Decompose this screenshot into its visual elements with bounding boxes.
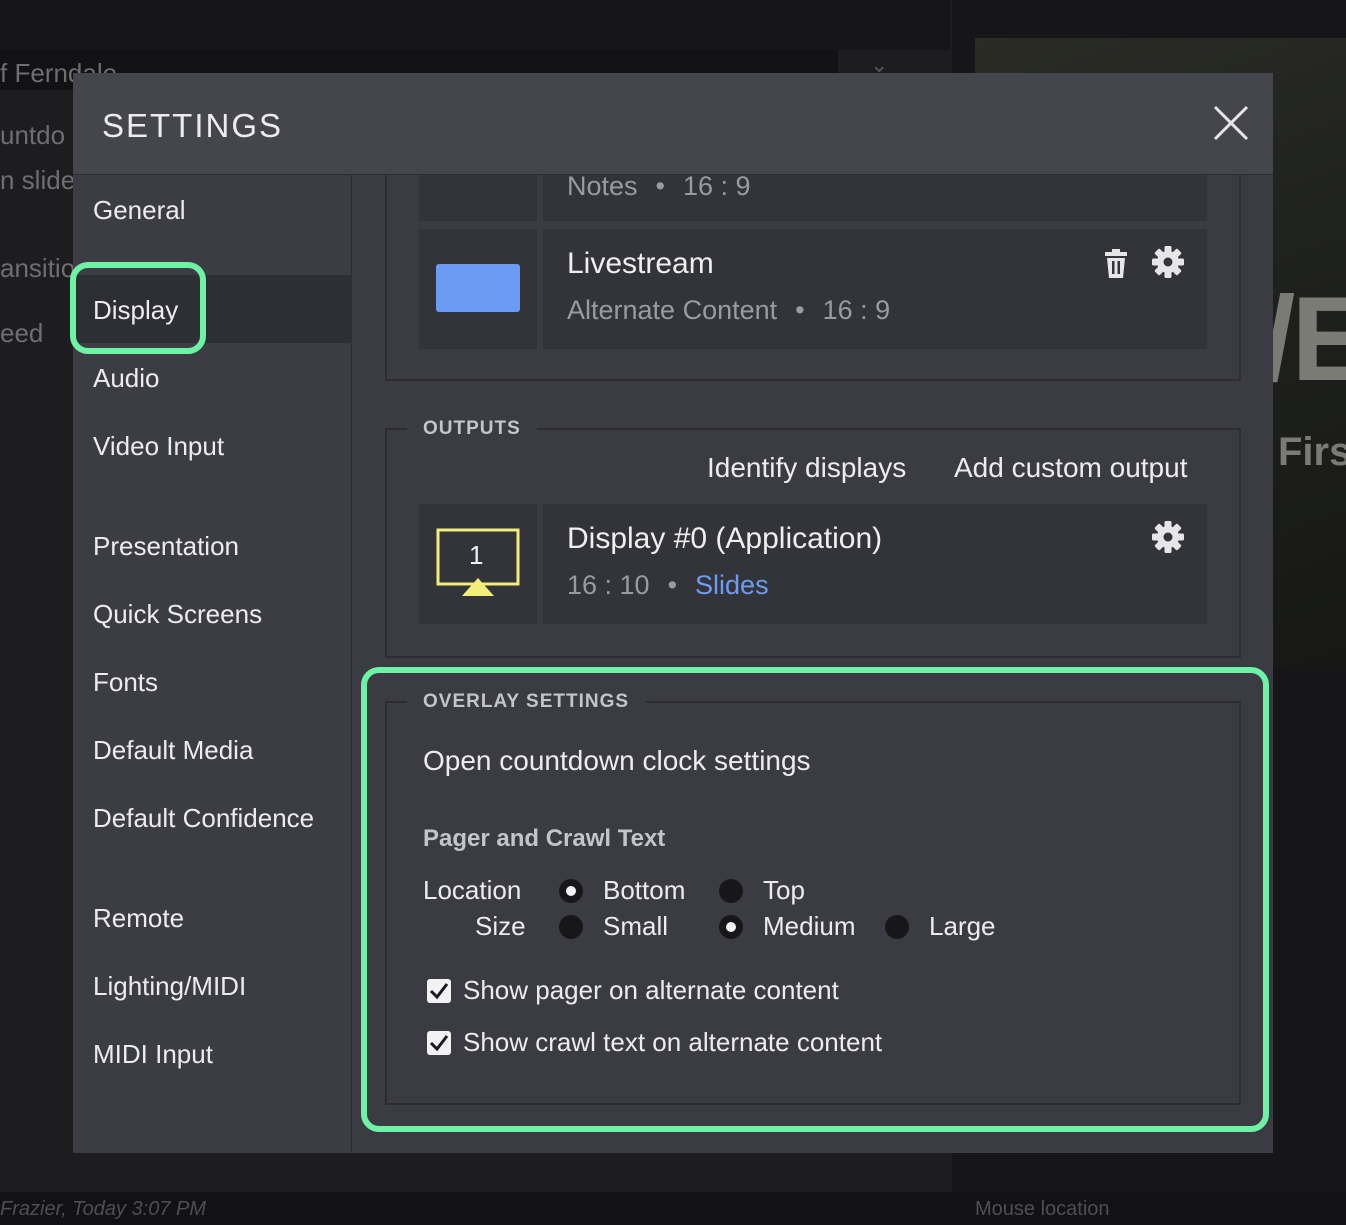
output-ratio: 16 : 10 bbox=[567, 570, 650, 600]
checkmark-icon bbox=[429, 1035, 449, 1052]
screen-card-livestream[interactable]: Livestream Alternate Content • 16 : 9 bbox=[543, 229, 1207, 349]
location-bottom-radio[interactable] bbox=[559, 879, 583, 903]
background-text: untdo bbox=[0, 120, 66, 150]
dialog-title: SETTINGS bbox=[102, 107, 284, 144]
sidebar-item-midi-input[interactable]: MIDI Input bbox=[93, 1039, 213, 1070]
show-pager-checkbox[interactable] bbox=[427, 979, 451, 1003]
screen-ratio: 16 : 9 bbox=[683, 175, 751, 201]
show-crawl-label: Show crawl text on alternate content bbox=[463, 1027, 883, 1057]
size-medium-radio[interactable] bbox=[719, 915, 743, 939]
settings-sidebar: General Display Audio Video Input Presen… bbox=[73, 175, 352, 1153]
outputs-group: OUTPUTS Identify displays Add custom out… bbox=[385, 418, 1241, 658]
sidebar-item-presentation[interactable]: Presentation bbox=[93, 531, 239, 562]
delete-screen-button[interactable] bbox=[1099, 247, 1133, 281]
sidebar-item-display[interactable]: Display bbox=[93, 295, 178, 326]
sidebar-item-fonts[interactable]: Fonts bbox=[93, 667, 158, 698]
screen-color-swatch bbox=[436, 264, 520, 312]
location-top-label: Top bbox=[763, 875, 805, 905]
screen-subtitle: Notes • 16 : 9 bbox=[567, 175, 751, 202]
output-thumb-cell: 1 bbox=[419, 504, 537, 624]
screens-group: Notes • 16 : 9 Livestream Alternate Conten… bbox=[385, 175, 1241, 381]
location-label: Location bbox=[423, 875, 522, 905]
size-label: Size bbox=[475, 911, 526, 941]
settings-dialog: SETTINGS General Display Audio Video Inp… bbox=[73, 73, 1273, 1153]
background-text: n slide bbox=[0, 165, 76, 195]
output-settings-button[interactable] bbox=[1151, 520, 1185, 554]
screen-subtitle: Alternate Content • 16 : 9 bbox=[567, 295, 891, 325]
identify-displays-link[interactable]: Identify displays bbox=[707, 452, 906, 484]
output-content-link[interactable]: Slides bbox=[695, 570, 769, 600]
trash-icon bbox=[1105, 249, 1127, 278]
overlay-settings-legend: OVERLAY SETTINGS bbox=[407, 691, 646, 713]
close-button[interactable] bbox=[1211, 103, 1251, 143]
background-toolbar bbox=[0, 0, 950, 50]
outputs-legend: OUTPUTS bbox=[407, 418, 537, 440]
screen-card-notes[interactable]: Notes • 16 : 9 bbox=[543, 175, 1207, 221]
sidebar-item-quick-screens[interactable]: Quick Screens bbox=[93, 599, 262, 630]
sidebar-item-default-media[interactable]: Default Media bbox=[93, 735, 253, 766]
screen-title: Livestream bbox=[567, 247, 714, 280]
sidebar-item-general[interactable]: General bbox=[93, 195, 186, 226]
sidebar-item-video-input[interactable]: Video Input bbox=[93, 431, 224, 462]
size-small-label: Small bbox=[603, 911, 669, 941]
screen-settings-button[interactable] bbox=[1151, 245, 1185, 279]
location-bottom-label: Bottom bbox=[603, 875, 686, 905]
background-text: eed bbox=[0, 318, 44, 348]
screen-type: Notes bbox=[567, 175, 638, 201]
location-top-radio[interactable] bbox=[719, 879, 743, 903]
screen-thumb-cell bbox=[419, 175, 537, 221]
pager-crawl-heading: Pager and Crawl Text bbox=[423, 825, 666, 852]
background-footer-right: Mouse location bbox=[975, 1198, 1110, 1220]
output-subtitle: 16 : 10 • Slides bbox=[567, 570, 769, 600]
sidebar-item-lighting-midi[interactable]: Lighting/MIDI bbox=[93, 971, 246, 1002]
sidebar-item-default-confidence[interactable]: Default Confidence bbox=[93, 803, 314, 834]
show-crawl-checkbox[interactable] bbox=[427, 1031, 451, 1055]
settings-content: Notes • 16 : 9 Livestream Alternate Conten… bbox=[353, 175, 1273, 1153]
background-preview-subtext: Firs bbox=[1278, 430, 1346, 474]
show-pager-label: Show pager on alternate content bbox=[463, 975, 839, 1005]
checkmark-icon bbox=[429, 983, 449, 1000]
size-large-label: Large bbox=[929, 911, 996, 941]
size-large-radio[interactable] bbox=[885, 915, 909, 939]
gear-icon bbox=[1152, 246, 1184, 278]
screen-ratio: 16 : 9 bbox=[822, 295, 891, 325]
size-medium-label: Medium bbox=[763, 911, 856, 941]
overlay-settings-group: OVERLAY SETTINGS Open countdown clock se… bbox=[385, 691, 1241, 1105]
size-small-radio[interactable] bbox=[559, 915, 583, 939]
sidebar-item-remote[interactable]: Remote bbox=[93, 903, 184, 934]
add-custom-output-link[interactable]: Add custom output bbox=[954, 452, 1187, 484]
gear-icon bbox=[1152, 521, 1184, 553]
sidebar-item-audio[interactable]: Audio bbox=[93, 363, 160, 394]
background-footer-left: Frazier, Today 3:07 PM bbox=[0, 1198, 207, 1220]
countdown-clock-settings-link[interactable]: Open countdown clock settings bbox=[423, 745, 811, 777]
screen-type: Alternate Content bbox=[567, 295, 778, 325]
screen-thumb-cell bbox=[419, 229, 537, 349]
output-card-display-0[interactable]: Display #0 (Application) 16 : 10 • Slides bbox=[543, 504, 1207, 624]
output-title: Display #0 (Application) bbox=[567, 522, 883, 555]
close-icon bbox=[1213, 105, 1249, 141]
monitor-number: 1 bbox=[469, 540, 484, 570]
background-preview-text: /E bbox=[1262, 272, 1346, 406]
dialog-header: SETTINGS bbox=[73, 73, 1273, 175]
